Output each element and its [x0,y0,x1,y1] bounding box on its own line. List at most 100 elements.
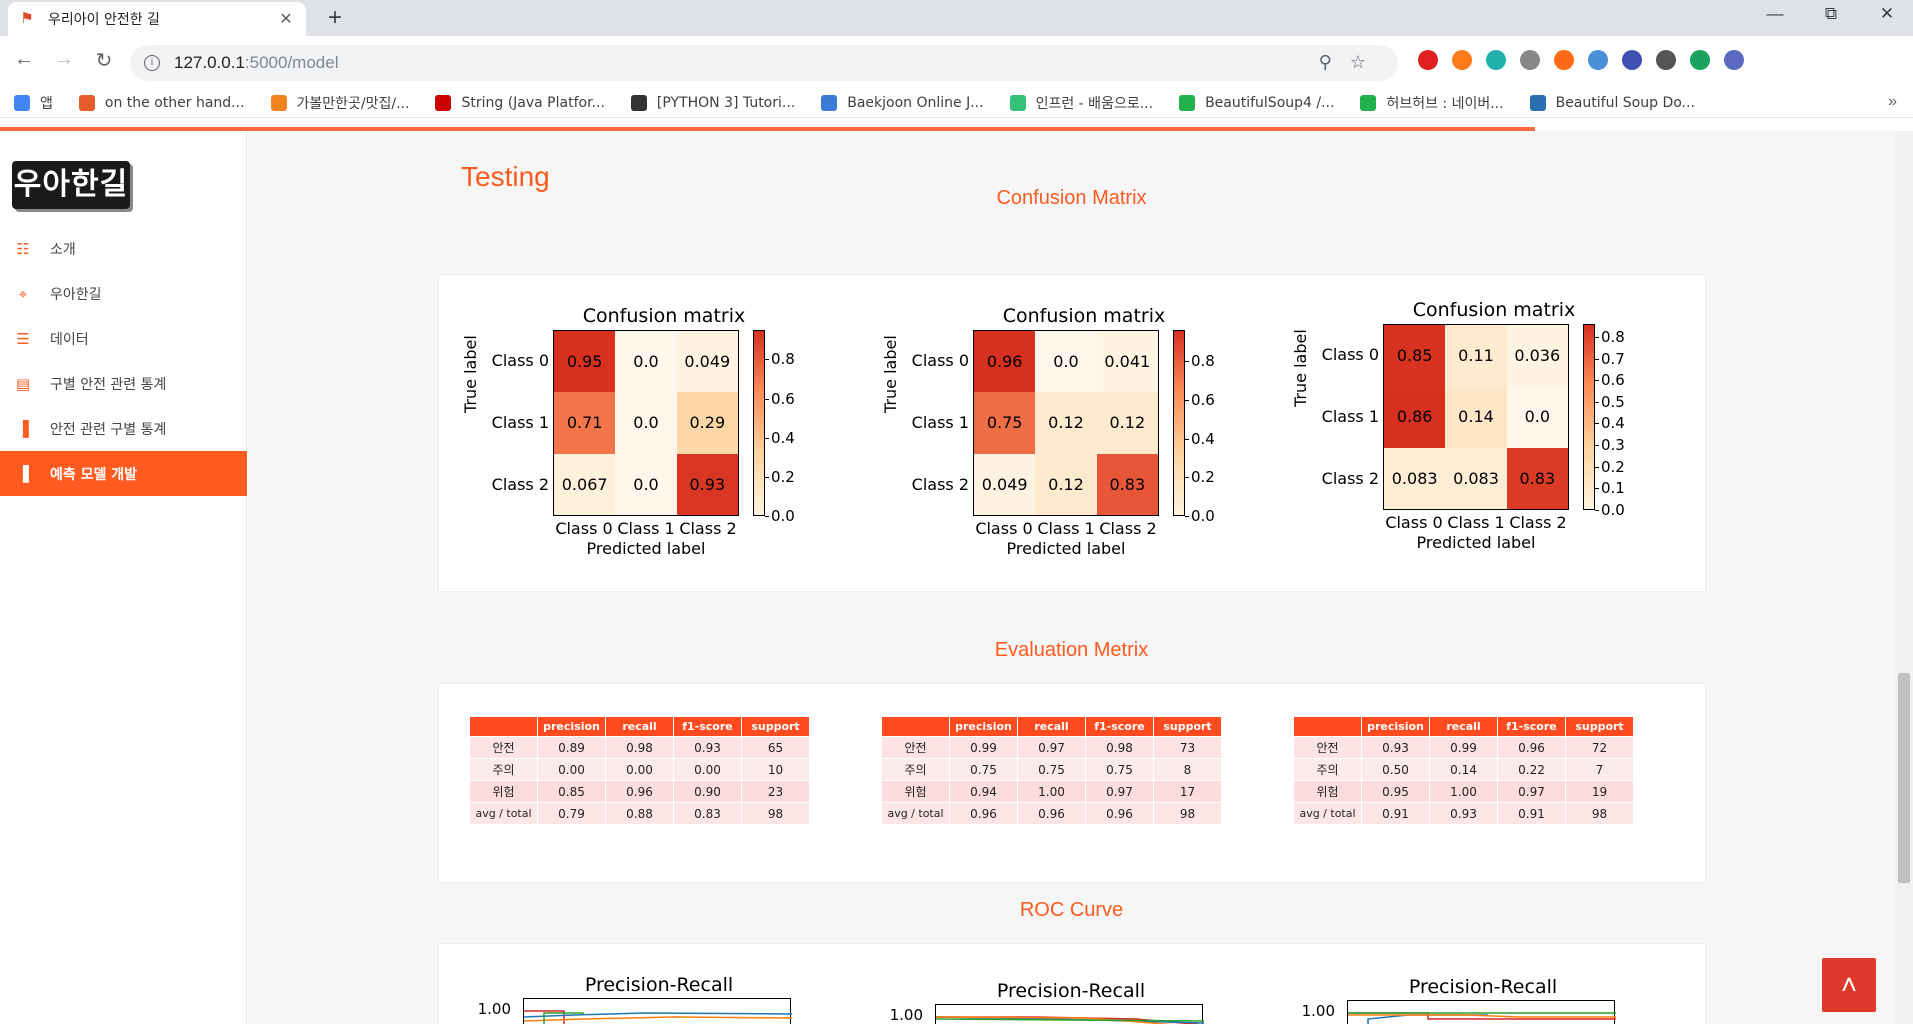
sidebar-item-label: 데이터 [50,331,89,348]
metrics-cell: 0.93 [1361,736,1430,759]
cm-cell: 0.11 [1445,325,1507,387]
scroll-to-top-button[interactable]: ˄ [1822,958,1876,1012]
bookmark-item[interactable]: 허브허브 : 네이버... [1360,93,1504,113]
url-path: :5000/model [244,53,339,72]
bookmark-item[interactable]: BeautifulSoup4 /... [1179,94,1335,111]
metrics-cell: 0.14 [1429,758,1498,781]
info-icon[interactable]: i [144,55,160,71]
cm-col-label: Class 0 [975,519,1033,538]
bookmark-favicon-icon [1179,94,1196,111]
confusion-section-title: Confusion Matrix [996,187,1147,209]
sidebar-item-label: 구별 안전 관련 통계 [50,376,167,393]
bookmark-item[interactable]: [PYTHON 3] Tutori... [630,94,795,111]
extension-icon[interactable] [1520,50,1540,70]
cm-cell: 0.0 [615,453,677,515]
colorbar-tick: 0.4 [1595,414,1625,433]
cm-row-label: Class 2 [1321,469,1379,488]
cm-cell: 0.95 [554,331,616,393]
bookmark-favicon-icon [270,94,287,111]
bookmark-item[interactable]: 가볼만한곳/맛집/... [270,93,409,113]
sidebar-item[interactable]: ▤ 구별 안전 관련 통계 [0,361,247,406]
metrics-cell: 65 [741,736,810,759]
scroll-thumb[interactable] [1898,673,1910,883]
metrics-cell: 8 [1153,758,1222,781]
metrics-row: avg / total 0.79 0.88 0.83 98 [469,802,810,825]
bookmark-item[interactable]: Beautiful Soup Do... [1529,94,1695,111]
extension-icon[interactable] [1724,50,1744,70]
sidebar-item-label: 우아한길 [50,286,102,303]
more-bookmarks-icon[interactable]: » [1888,93,1897,111]
cm-cell: 0.29 [676,392,738,454]
bookmark-item[interactable]: on the other hand... [78,94,245,111]
sidebar-item[interactable]: ▐ 예측 모델 개발 [0,451,247,496]
cm-cell: 0.049 [974,453,1036,515]
sidebar-item[interactable]: ☰ 데이터 [0,316,247,361]
metrics-cell: 0.00 [673,758,742,781]
metrics-cell: 0.90 [673,780,742,803]
metrics-cell: 0.99 [1429,736,1498,759]
database-icon: ☰ [16,329,30,348]
colorbar [1173,330,1185,516]
bookmark-item[interactable]: 앱 [14,93,53,113]
back-icon[interactable]: ← [10,48,38,71]
sidebar-item[interactable]: ⌖ 우아한길 [0,271,247,316]
metrics-header-cell [1293,716,1362,737]
bookmark-item[interactable]: 인프런 - 배움으로... [1009,93,1153,113]
metrics-header-cell: precision [949,716,1018,737]
close-window-icon[interactable]: ✕ [1862,4,1912,24]
bookmark-label: on the other hand... [104,94,245,111]
roc-card: Precision-Recall 1.00 Precision-Recall 1.00… [438,943,1706,1024]
bookmark-favicon-icon [821,94,838,111]
metrics-cell: 0.89 [537,736,606,759]
cm-cell: 0.12 [1035,453,1097,515]
bookmark-favicon-icon [78,94,95,111]
cm-cell: 0.12 [1096,392,1158,454]
pr-curves [1348,1012,1616,1024]
forward-icon[interactable]: → [50,48,78,71]
metrics-header-cell: recall [1429,716,1498,737]
cm-cell: 0.036 [1506,325,1568,387]
zoom-bookmark-icons[interactable]: ⚲☆ [1319,52,1384,73]
chevron-up-icon: ˄ [1840,969,1858,1000]
restore-icon[interactable]: ⧉ [1806,4,1856,24]
extension-icon[interactable] [1554,50,1574,70]
scrollbar[interactable] [1895,131,1913,1024]
browser-tab[interactable]: ⚑ 우리아이 안전한 길 ✕ [8,2,306,36]
reload-icon[interactable]: ↻ [90,48,118,73]
cm-cell: 0.85 [1384,325,1446,387]
bookmark-item[interactable]: String (Java Platfor... [435,94,605,111]
extension-icon[interactable] [1486,50,1506,70]
address-bar[interactable]: i 127.0.0.1:5000/model ⚲☆ [130,45,1398,81]
extension-icon[interactable] [1452,50,1472,70]
cm-row-label: Class 0 [1321,345,1379,364]
colorbar-tick: 0.7 [1595,349,1625,368]
extension-icon[interactable] [1622,50,1642,70]
extension-icon[interactable] [1588,50,1608,70]
cm-cell: 0.86 [1384,386,1446,448]
url-host: 127.0.0.1 [174,53,245,72]
close-icon[interactable]: ✕ [276,9,296,29]
bar-chart-icon: ▐ [17,419,29,438]
minimize-icon[interactable]: — [1750,4,1800,24]
bookmark-label: BeautifulSoup4 /... [1205,94,1335,111]
metrics-cell: 0.50 [1361,758,1430,781]
sidebar-item[interactable]: ☷ 소개 [0,226,247,271]
cm-xlabel: Predicted label [586,539,706,558]
precision-recall-chart: Precision-Recall 1.00 [1293,976,1653,1024]
cm-cell: 0.75 [974,392,1036,454]
metrics-row: 위험 0.94 1.00 0.97 17 [881,780,1222,803]
bookmark-item[interactable]: Baekjoon Online J... [821,94,984,111]
site-logo[interactable]: 우아한길 [12,161,130,209]
extension-icon[interactable] [1656,50,1676,70]
sidebar-item[interactable]: ▐ 안전 관련 구별 통계 [0,406,247,451]
metrics-cell: 10 [741,758,810,781]
metrics-cell: 7 [1565,758,1634,781]
bookmark-favicon-icon [630,94,647,111]
extension-icon[interactable] [1690,50,1710,70]
new-tab-button[interactable]: + [320,4,350,32]
extension-icon[interactable] [1418,50,1438,70]
metrics-cell: 23 [741,780,810,803]
metrics-cell: 0.99 [949,736,1018,759]
bookmark-label: Baekjoon Online J... [847,94,984,111]
metrics-cell: 0.83 [673,802,742,825]
